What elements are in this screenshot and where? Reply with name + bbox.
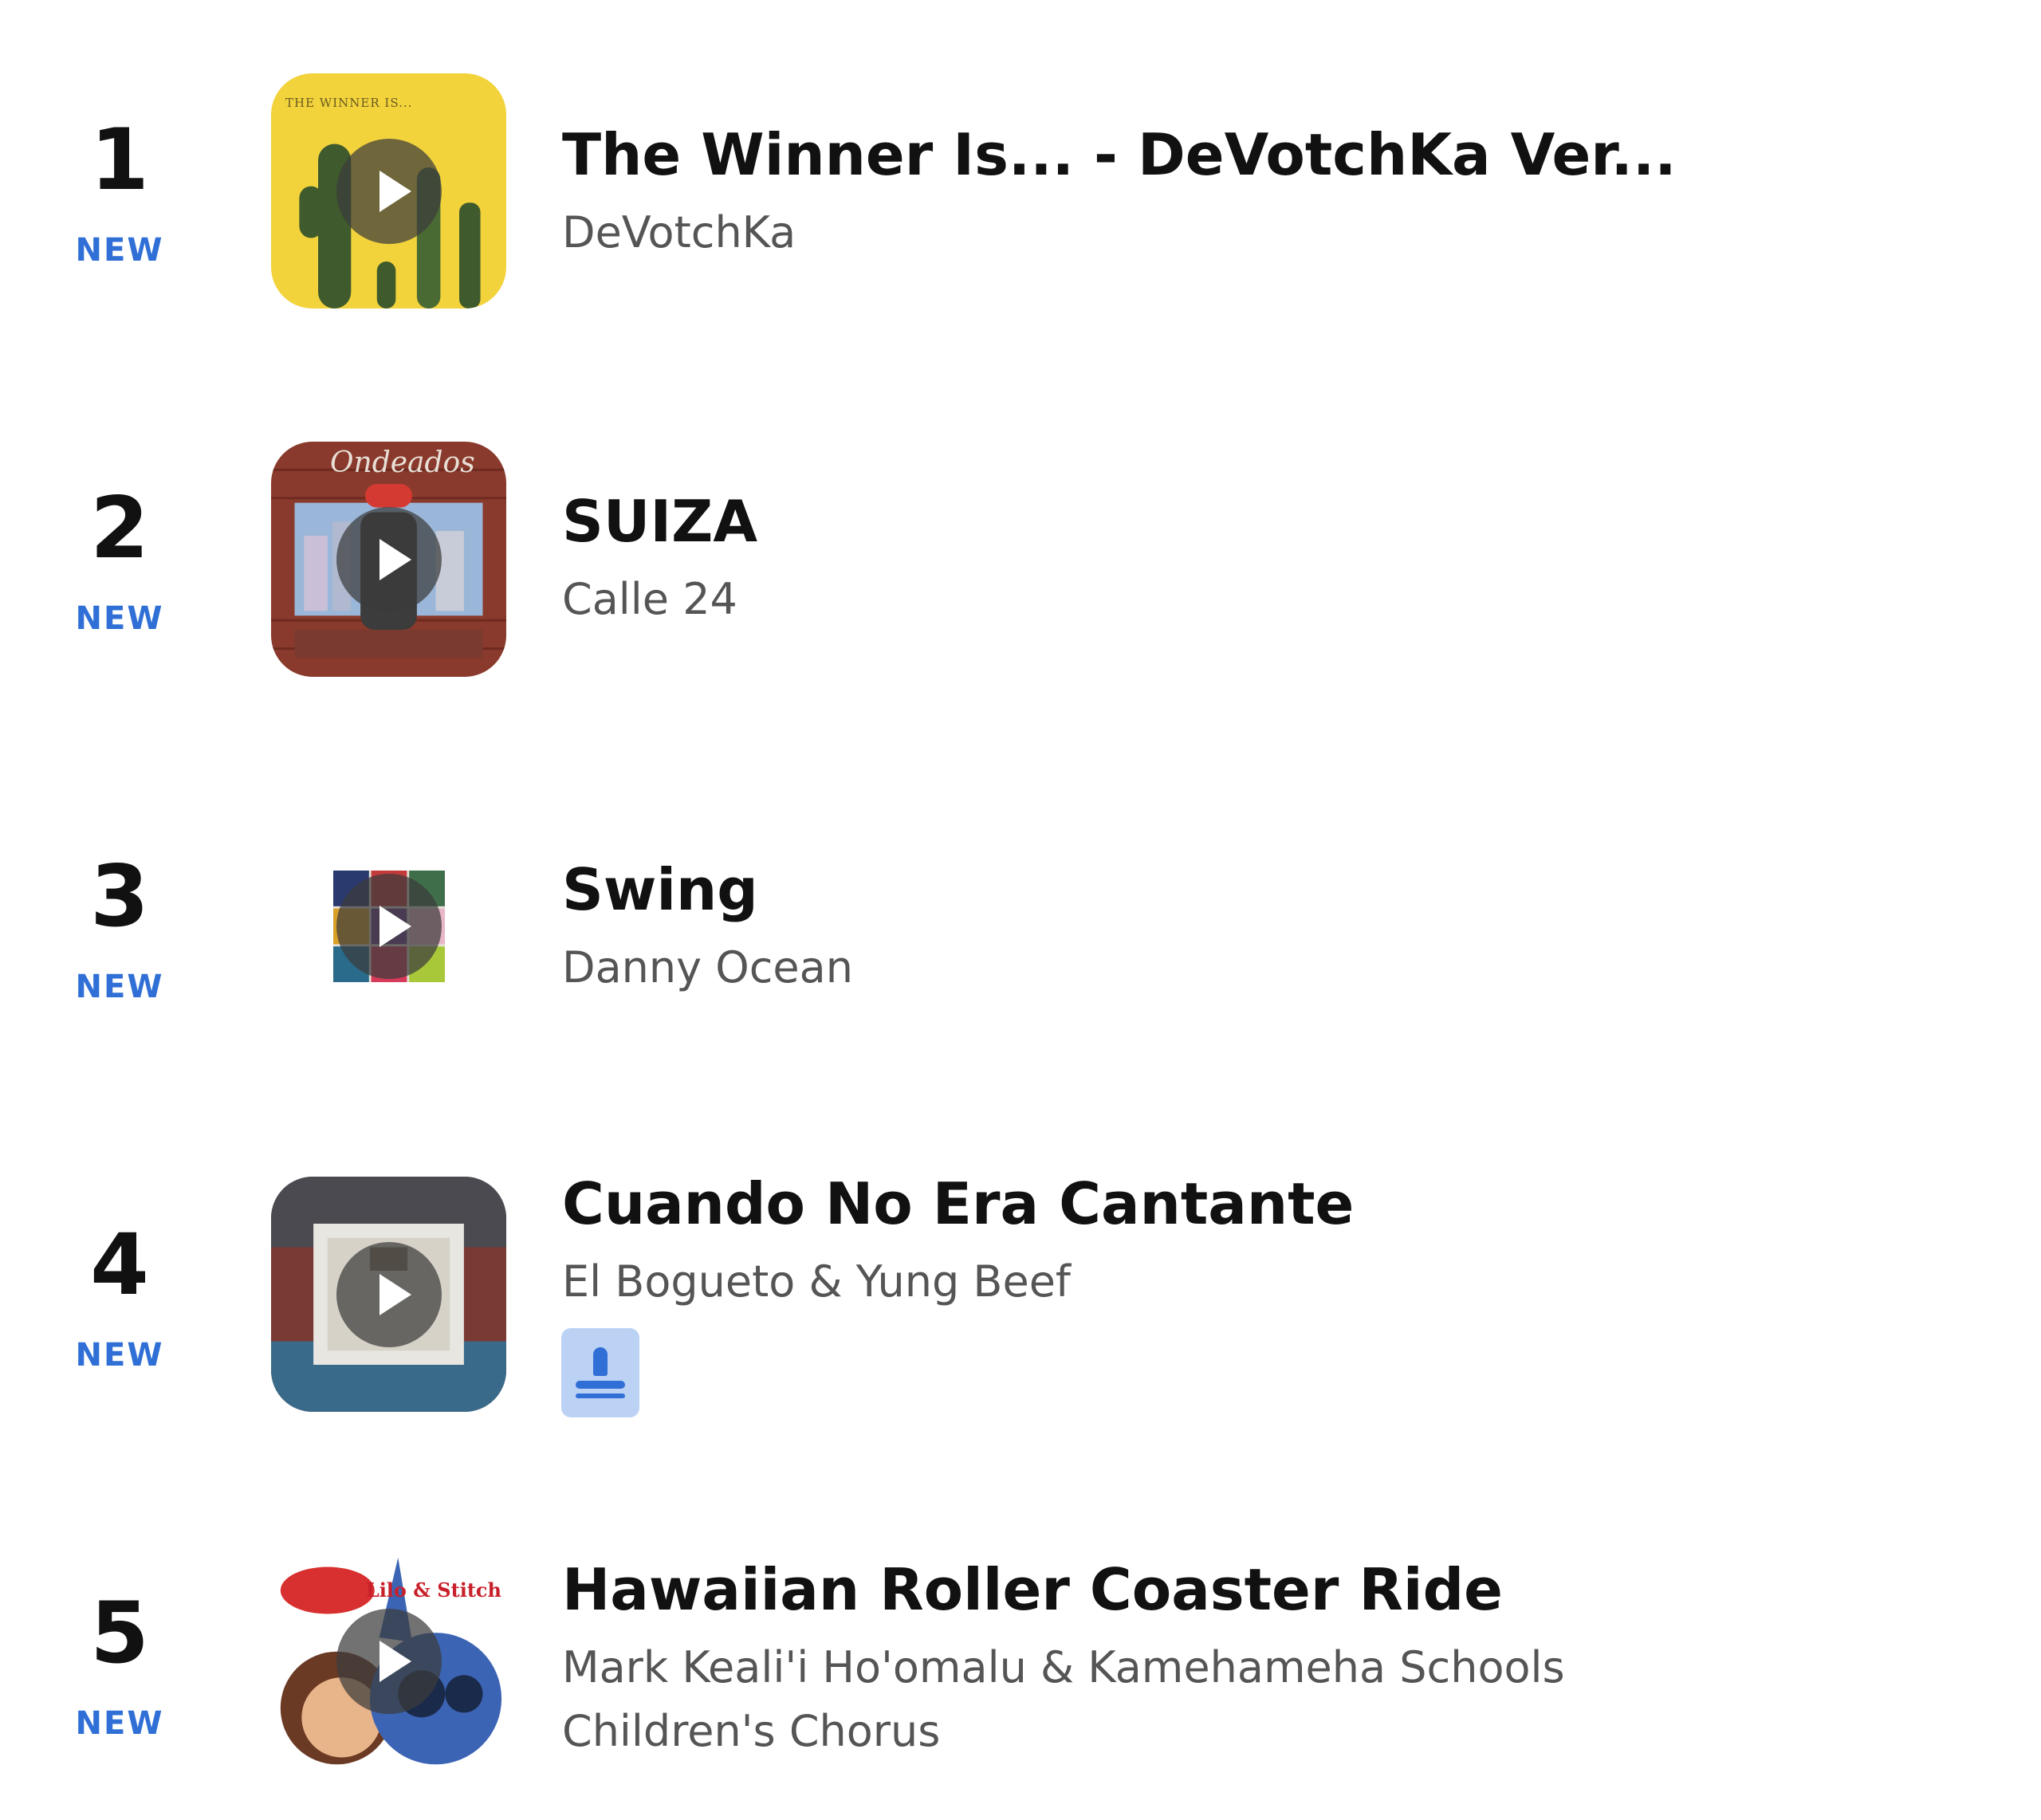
artist-name[interactable]: DeVotchKa (562, 201, 1599, 265)
artist-name[interactable]: El Bogueto & Yung Beef (562, 1250, 1599, 1314)
rank-number: 3 (90, 847, 149, 945)
rank-number: 1 (90, 111, 149, 209)
lyrics-button[interactable] (561, 1328, 639, 1417)
song-title[interactable]: Hawaiian Roller Coaster Ride (562, 1561, 1503, 1618)
play-icon[interactable] (336, 506, 442, 612)
album-art[interactable]: Lilo & Stitch (271, 1543, 506, 1779)
album-art[interactable]: THE WINNER IS... (271, 73, 506, 309)
play-icon[interactable] (336, 874, 442, 979)
song-title[interactable]: The Winner Is... - DeVotchKa Ver... (562, 126, 1677, 183)
play-icon[interactable] (336, 1241, 442, 1347)
play-icon[interactable] (336, 138, 442, 244)
album-art-text: Lilo & Stitch (365, 1578, 501, 1602)
song-title[interactable]: Cuando No Era Cantante (562, 1175, 1354, 1232)
album-art-text: Ondeados (330, 446, 475, 479)
new-badge: NEW (75, 1337, 164, 1374)
album-art[interactable] (271, 1177, 506, 1412)
rank-number: 5 (90, 1584, 149, 1682)
song-title[interactable]: Swing (562, 861, 758, 918)
new-badge: NEW (75, 969, 164, 1005)
new-badge: NEW (75, 600, 164, 637)
song-title[interactable]: SUIZA (562, 493, 757, 550)
new-badge: NEW (75, 1705, 164, 1742)
album-art[interactable] (333, 871, 445, 982)
album-art-text: THE WINNER IS... (285, 96, 413, 110)
artist-name[interactable]: Danny Ocean (562, 936, 1599, 1000)
new-badge: NEW (75, 232, 164, 269)
rank-number: 4 (90, 1216, 149, 1314)
album-art[interactable]: Ondeados (271, 442, 506, 677)
rank-number: 2 (90, 479, 149, 577)
artist-name[interactable]: Calle 24 (562, 568, 1599, 631)
artist-name[interactable]: Mark Keali'i Ho'omalu & Kamehameha Schoo… (562, 1636, 1599, 1763)
play-icon[interactable] (336, 1608, 442, 1714)
